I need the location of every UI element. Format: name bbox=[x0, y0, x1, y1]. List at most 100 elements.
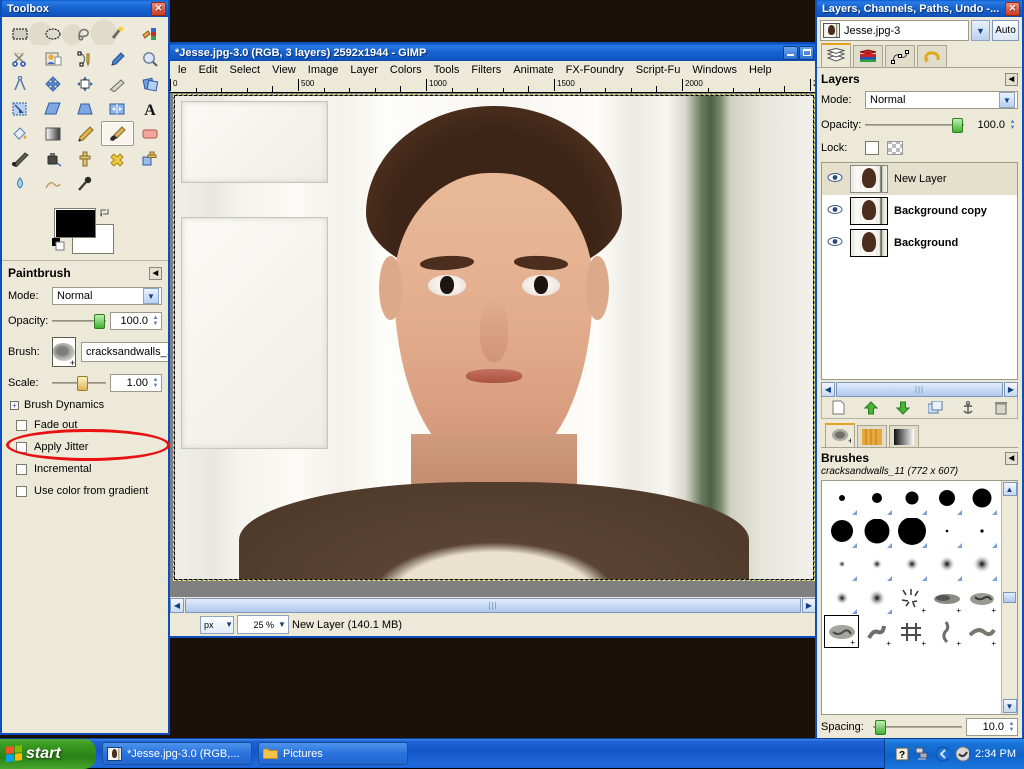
gradients-tab[interactable] bbox=[889, 425, 919, 447]
brush-item[interactable] bbox=[964, 516, 999, 549]
collapse-icon[interactable]: ◀ bbox=[1005, 451, 1018, 465]
scroll-thumb[interactable]: ||| bbox=[836, 382, 1003, 397]
apply-jitter-checkbox[interactable]: Apply Jitter bbox=[8, 441, 162, 453]
spinner-arrows-icon[interactable]: ▲ ▼ bbox=[150, 377, 161, 389]
scroll-right-icon[interactable]: ▶ bbox=[802, 597, 816, 613]
duplicate-layer-button[interactable] bbox=[925, 399, 947, 417]
brush-item[interactable]: + bbox=[929, 615, 964, 648]
new-layer-button[interactable] bbox=[827, 399, 849, 417]
menu-fx-foundry[interactable]: FX-Foundry bbox=[560, 63, 630, 77]
brush-item[interactable]: + bbox=[964, 582, 999, 615]
menu-tools[interactable]: Tools bbox=[428, 63, 466, 77]
auto-button[interactable]: Auto bbox=[992, 20, 1019, 41]
layers-tab[interactable] bbox=[821, 43, 851, 67]
scroll-right-icon[interactable]: ▶ bbox=[1004, 382, 1018, 397]
patterns-tab[interactable] bbox=[857, 425, 887, 447]
paths-tool[interactable] bbox=[69, 46, 101, 71]
chevron-down-icon[interactable]: ▼ bbox=[971, 20, 990, 41]
menu-colors[interactable]: Colors bbox=[384, 63, 428, 77]
maximize-button[interactable] bbox=[799, 45, 814, 60]
brush-item[interactable] bbox=[929, 549, 964, 582]
visibility-eye-icon[interactable] bbox=[826, 236, 844, 250]
visibility-eye-icon[interactable] bbox=[826, 204, 844, 218]
scissors-select-tool[interactable] bbox=[4, 46, 36, 71]
brush-preview[interactable]: + bbox=[52, 337, 76, 368]
rect-select-tool[interactable] bbox=[4, 21, 36, 46]
blur-sharpen-tool[interactable] bbox=[4, 171, 36, 196]
taskbar-item-gimp[interactable]: *Jesse.jpg-3.0 (RGB,... bbox=[102, 742, 252, 765]
spinner-arrows-icon[interactable]: ▲ ▼ bbox=[1007, 119, 1018, 131]
move-tool[interactable] bbox=[36, 71, 68, 96]
collapse-icon[interactable]: ◀ bbox=[1005, 72, 1018, 86]
scroll-thumb[interactable] bbox=[1003, 592, 1016, 603]
unit-selector[interactable]: px ▼ bbox=[200, 615, 234, 634]
layers-list[interactable]: New Layer Background copy Background bbox=[821, 162, 1018, 380]
spinner-arrows-icon[interactable]: ▲ ▼ bbox=[150, 315, 161, 327]
menu-help[interactable]: Help bbox=[743, 63, 778, 77]
brush-item[interactable]: + bbox=[859, 615, 894, 648]
minimize-button[interactable] bbox=[783, 45, 798, 60]
brush-item[interactable]: + bbox=[894, 615, 929, 648]
toolbox-titlebar[interactable]: Toolbox ✕ bbox=[2, 0, 168, 17]
taskbar-item-pictures[interactable]: Pictures bbox=[258, 742, 408, 765]
opacity-spinner[interactable]: 100.0 ▲ ▼ bbox=[110, 312, 162, 330]
taskbar-clock[interactable]: 2:34 PM bbox=[975, 748, 1016, 760]
canvas-area[interactable] bbox=[170, 93, 816, 597]
anchor-layer-button[interactable] bbox=[957, 399, 979, 417]
channels-tab[interactable] bbox=[853, 45, 883, 67]
brush-item[interactable] bbox=[894, 549, 929, 582]
by-color-select-tool[interactable] bbox=[134, 21, 166, 46]
menu-file[interactable]: le bbox=[172, 63, 193, 77]
fade-out-checkbox[interactable]: Fade out bbox=[8, 419, 162, 431]
brush-item[interactable] bbox=[824, 549, 859, 582]
foreground-select-tool[interactable] bbox=[36, 46, 68, 71]
layer-opacity-slider[interactable] bbox=[865, 117, 964, 133]
layers-horizontal-scrollbar[interactable]: ◀ ||| ▶ bbox=[821, 382, 1018, 397]
foreground-color-swatch[interactable] bbox=[54, 208, 96, 238]
image-selector[interactable]: Jesse.jpg-3 bbox=[820, 20, 969, 41]
brush-item[interactable] bbox=[824, 483, 859, 516]
incremental-checkbox[interactable]: Incremental bbox=[8, 463, 162, 475]
chevron-down-icon[interactable]: ▼ bbox=[143, 288, 159, 304]
menu-image[interactable]: Image bbox=[302, 63, 345, 77]
paths-tab[interactable] bbox=[885, 45, 915, 67]
menu-script-fu[interactable]: Script-Fu bbox=[630, 63, 687, 77]
start-button[interactable]: start bbox=[0, 738, 96, 769]
brush-name[interactable]: cracksandwalls_11 bbox=[81, 342, 168, 362]
eraser-tool[interactable] bbox=[134, 121, 166, 146]
menu-layer[interactable]: Layer bbox=[344, 63, 384, 77]
perspective-tool[interactable] bbox=[69, 96, 101, 121]
ellipse-select-tool[interactable] bbox=[36, 21, 68, 46]
mode-select[interactable]: Normal ▼ bbox=[52, 287, 162, 305]
menu-edit[interactable]: Edit bbox=[193, 63, 224, 77]
undo-tab[interactable] bbox=[917, 45, 947, 67]
text-tool[interactable]: A bbox=[134, 96, 166, 121]
brushes-tab[interactable]: + bbox=[825, 423, 855, 447]
visibility-eye-icon[interactable] bbox=[826, 172, 844, 186]
ink-tool[interactable] bbox=[36, 146, 68, 171]
raise-layer-button[interactable] bbox=[860, 399, 882, 417]
brush-dynamics-expander[interactable]: + Brush Dynamics bbox=[10, 399, 162, 411]
zoom-selector[interactable]: 25 % ▼ bbox=[237, 615, 289, 634]
lock-transparency-icon[interactable] bbox=[887, 141, 903, 155]
menu-view[interactable]: View bbox=[266, 63, 302, 77]
brush-item[interactable] bbox=[894, 516, 929, 549]
delete-layer-button[interactable] bbox=[990, 399, 1012, 417]
layer-row-background-copy[interactable]: Background copy bbox=[822, 195, 1017, 227]
brush-item[interactable] bbox=[859, 582, 894, 615]
crop-tool[interactable] bbox=[101, 71, 133, 96]
brush-item[interactable] bbox=[859, 483, 894, 516]
horizontal-scrollbar[interactable]: ◀ ||| ▶ bbox=[170, 597, 816, 613]
clone-tool[interactable] bbox=[69, 146, 101, 171]
measure-tool[interactable] bbox=[4, 71, 36, 96]
dock-close-button[interactable]: ✕ bbox=[1005, 1, 1020, 16]
use-color-from-gradient-checkbox[interactable]: Use color from gradient bbox=[8, 485, 162, 497]
spinner-arrows-icon[interactable]: ▲ ▼ bbox=[1006, 721, 1017, 733]
scroll-left-icon[interactable]: ◀ bbox=[821, 382, 835, 397]
perspective-clone-tool[interactable] bbox=[134, 146, 166, 171]
menu-animate[interactable]: Animate bbox=[507, 63, 559, 77]
brush-item[interactable] bbox=[964, 549, 999, 582]
brush-item[interactable] bbox=[894, 483, 929, 516]
brush-item[interactable]: + bbox=[964, 615, 999, 648]
brush-item[interactable] bbox=[929, 483, 964, 516]
